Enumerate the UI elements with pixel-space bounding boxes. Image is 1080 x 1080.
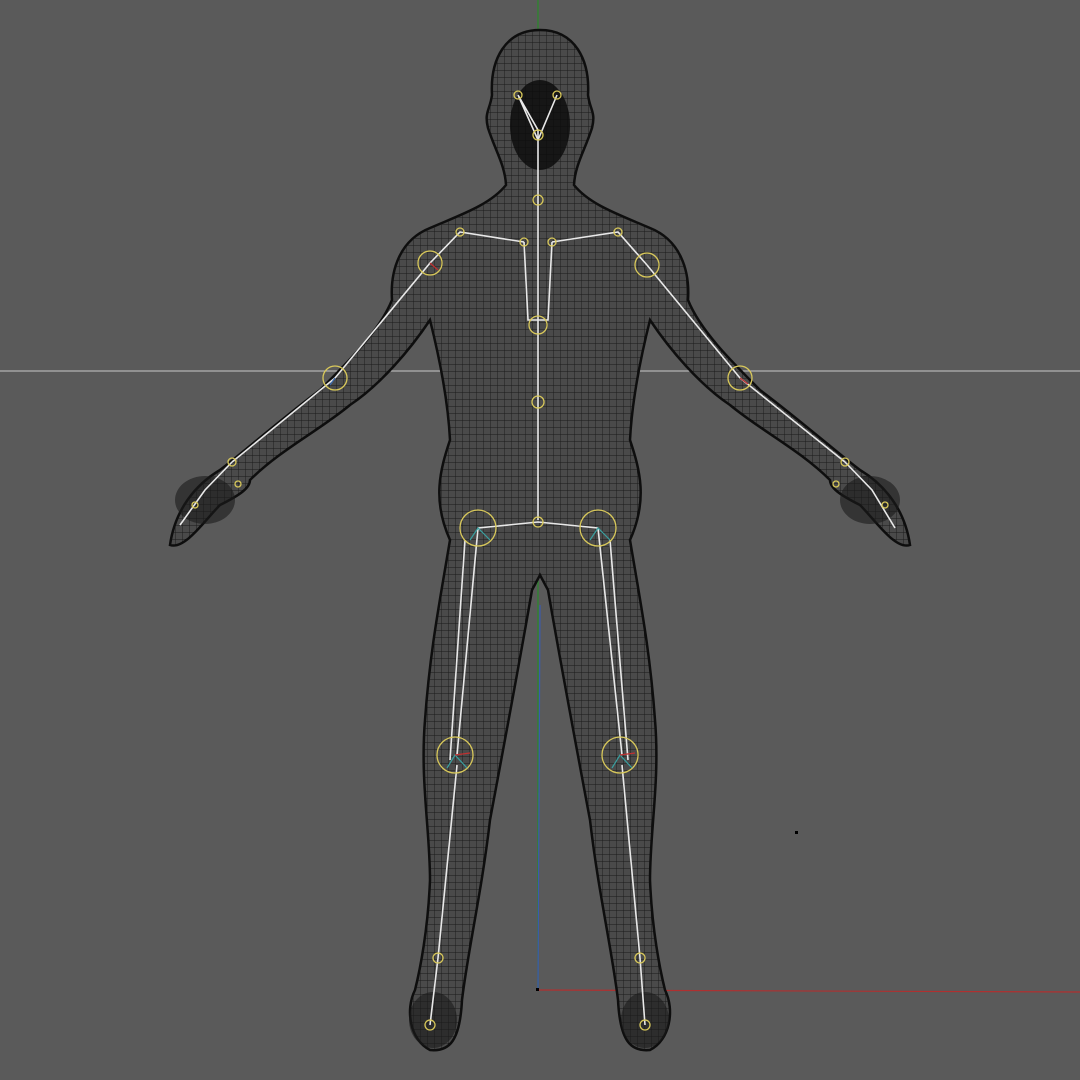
viewport-canvas[interactable] xyxy=(0,0,1080,1080)
3d-viewport[interactable] xyxy=(0,0,1080,1080)
right-hand-mesh xyxy=(840,476,900,524)
character-mesh[interactable] xyxy=(0,0,1080,1080)
origin-marker xyxy=(536,988,539,991)
left-hand-mesh xyxy=(175,476,235,524)
stray-vertex xyxy=(795,831,798,834)
